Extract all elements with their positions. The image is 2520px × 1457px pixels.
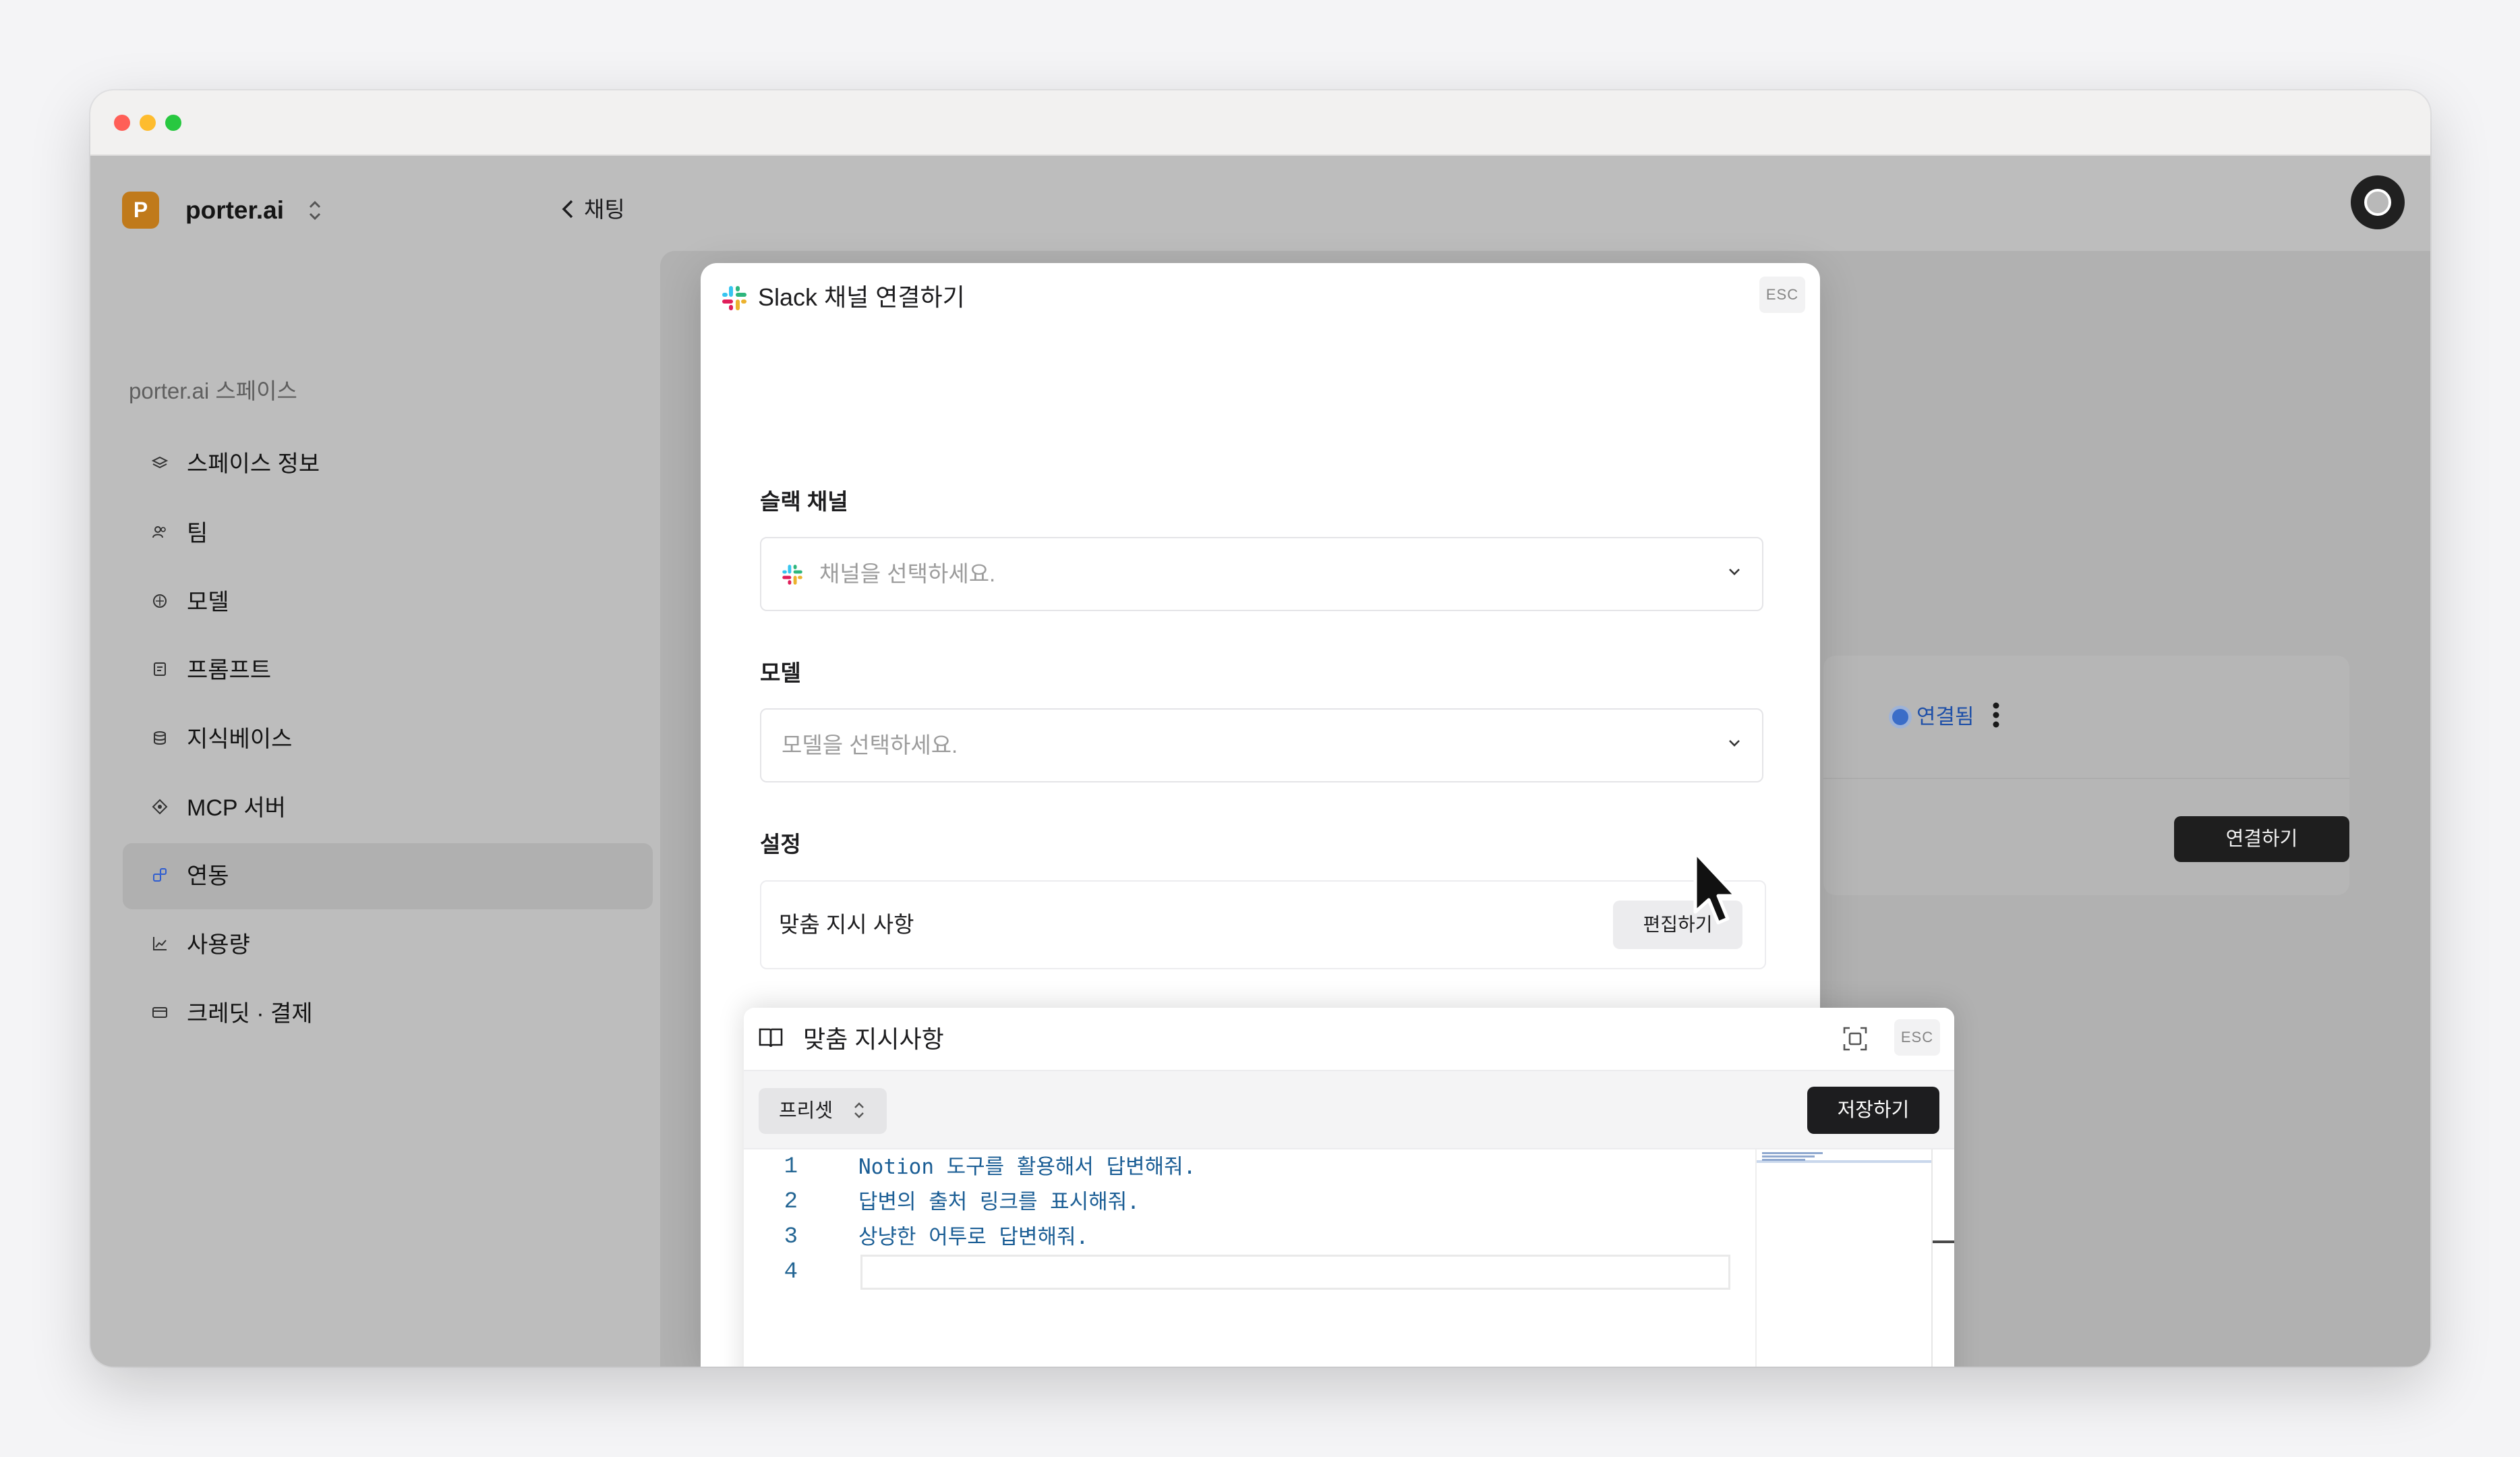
channel-label: 슬랙 채널 bbox=[760, 489, 848, 514]
more-vertical-icon[interactable] bbox=[1983, 695, 2010, 735]
sidebar-item-integrations[interactable]: 연동 bbox=[123, 843, 653, 909]
connection-status-badge: 연결됨 bbox=[1916, 705, 1974, 728]
mcp-icon bbox=[150, 798, 170, 818]
status-dot-icon bbox=[1892, 709, 1908, 725]
sidebar-item-model[interactable]: 모델 bbox=[123, 569, 653, 635]
line-text: 답변의 출처 링크를 표시해줘. bbox=[858, 1190, 1140, 1214]
mouse-pointer-icon bbox=[1691, 850, 1745, 931]
line-text: 상냥한 어투로 답변해줘. bbox=[858, 1225, 1089, 1249]
custom-instructions-setting: 맞춤 지시 사항 편집하기 bbox=[760, 880, 1766, 969]
editor-line: 3 상냥한 어투로 답변해줘. bbox=[744, 1220, 1755, 1255]
minimap-line bbox=[1762, 1152, 1823, 1154]
chart-icon bbox=[150, 935, 170, 955]
save-button[interactable]: 저장하기 bbox=[1807, 1087, 1939, 1134]
model-placeholder: 모델을 선택하세요. bbox=[782, 733, 958, 758]
line-number: 4 bbox=[784, 1259, 798, 1285]
preset-label: 프리셋 bbox=[779, 1100, 833, 1122]
sidebar-item-mcp-server[interactable]: MCP 서버 bbox=[123, 775, 653, 841]
book-open-icon bbox=[756, 1023, 786, 1052]
sidebar-item-prompt[interactable]: 프롬프트 bbox=[123, 637, 653, 704]
slack-icon bbox=[780, 563, 806, 588]
sidebar-item-credit-billing[interactable]: 크레딧 · 결제 bbox=[123, 981, 653, 1047]
sidebar-item-label: 모델 bbox=[187, 590, 229, 615]
chevron-left-icon[interactable] bbox=[560, 196, 576, 227]
settings-label: 설정 bbox=[760, 832, 801, 857]
workspace-name[interactable]: porter.ai bbox=[185, 193, 284, 228]
sidebar-item-label: 지식베이스 bbox=[187, 726, 293, 752]
sidebar-item-label: MCP 서버 bbox=[187, 795, 286, 821]
model-icon bbox=[150, 592, 170, 612]
sidebar-item-team[interactable]: 팀 bbox=[123, 501, 653, 567]
close-panel-esc-button[interactable]: ESC bbox=[1894, 1019, 1940, 1056]
model-select[interactable]: 모델을 선택하세요. bbox=[760, 708, 1763, 782]
users-icon bbox=[150, 523, 170, 544]
slack-icon bbox=[720, 283, 749, 313]
sidebar-item-label: 팀 bbox=[187, 521, 208, 546]
database-icon bbox=[150, 729, 170, 749]
line-number: 2 bbox=[784, 1189, 798, 1215]
workspace-logo[interactable]: P bbox=[122, 192, 159, 229]
zoom-window-button[interactable] bbox=[165, 115, 181, 131]
sidebar-item-knowledge-base[interactable]: 지식베이스 bbox=[123, 706, 653, 772]
sidebar-item-label: 사용량 bbox=[187, 932, 250, 958]
layers-icon bbox=[150, 454, 170, 474]
custom-instructions-panel: 맞춤 지시사항 ESC 프리셋 저장하기 1 Notion 도구를 활용해서 답… bbox=[744, 1008, 1954, 1367]
sidebar-item-space-info[interactable]: 스페이스 정보 bbox=[123, 431, 653, 497]
card-icon bbox=[150, 1004, 170, 1024]
editor-line: 1 Notion 도구를 활용해서 답변해줘. bbox=[744, 1149, 1755, 1184]
panel-header: 맞춤 지시사항 ESC bbox=[744, 1008, 1954, 1070]
close-window-button[interactable] bbox=[114, 115, 130, 131]
window-titlebar bbox=[90, 90, 2430, 156]
model-label: 모델 bbox=[760, 660, 801, 685]
sidebar-item-label: 프롬프트 bbox=[187, 658, 272, 683]
minimize-window-button[interactable] bbox=[140, 115, 156, 131]
editor-toolbar: 프리셋 저장하기 bbox=[744, 1070, 1954, 1149]
close-modal-esc-button[interactable]: ESC bbox=[1759, 277, 1805, 313]
chevron-up-down-icon bbox=[850, 1095, 868, 1125]
minimap-line bbox=[1762, 1159, 1805, 1161]
sidebar-item-label: 연동 bbox=[187, 863, 229, 889]
user-avatar[interactable] bbox=[2351, 175, 2405, 229]
back-to-chat-link[interactable]: 채팅 bbox=[584, 194, 625, 225]
preset-select[interactable]: 프리셋 bbox=[759, 1088, 887, 1134]
integration-card-divider bbox=[1823, 778, 2349, 779]
line-text: Notion 도구를 활용해서 답변해줘. bbox=[858, 1155, 1196, 1179]
editor-scrollbar[interactable] bbox=[1931, 1149, 1954, 1367]
code-editor[interactable]: 1 Notion 도구를 활용해서 답변해줘. 2 답변의 출처 링크를 표시해… bbox=[744, 1149, 1954, 1367]
chevron-down-icon bbox=[1724, 733, 1745, 753]
line-number: 3 bbox=[784, 1224, 798, 1250]
editor-minimap[interactable] bbox=[1755, 1149, 1932, 1367]
line-number: 1 bbox=[784, 1154, 798, 1180]
custom-instructions-label: 맞춤 지시 사항 bbox=[779, 912, 914, 937]
channel-placeholder: 채널을 선택하세요. bbox=[819, 561, 996, 586]
editor-line-active: 4 bbox=[744, 1255, 1755, 1290]
modal-title: Slack 채널 연결하기 bbox=[758, 283, 965, 311]
sidebar-item-usage[interactable]: 사용량 bbox=[123, 912, 653, 978]
sidebar-item-label: 크레딧 · 결제 bbox=[187, 1001, 313, 1027]
integration-icon bbox=[150, 866, 170, 886]
panel-title: 맞춤 지시사항 bbox=[803, 1025, 944, 1053]
expand-icon[interactable] bbox=[1840, 1024, 1870, 1054]
sidebar-section-title: porter.ai 스페이스 bbox=[129, 378, 297, 403]
sidebar-item-label: 스페이스 정보 bbox=[187, 451, 320, 477]
connect-button[interactable]: 연결하기 bbox=[2174, 816, 2349, 862]
app-window: P porter.ai 채팅 porter.ai 스페이스 스페이스 정보 팀 … bbox=[90, 90, 2430, 1367]
minimap-line bbox=[1762, 1155, 1815, 1158]
editor-line: 2 답변의 출처 링크를 표시해줘. bbox=[744, 1184, 1755, 1220]
current-line-highlight bbox=[860, 1255, 1730, 1290]
channel-select[interactable]: 채널을 선택하세요. bbox=[760, 537, 1763, 611]
chevron-down-icon bbox=[1724, 562, 1745, 582]
prompt-icon bbox=[150, 660, 170, 681]
scrollbar-cursor-mark bbox=[1933, 1240, 1954, 1243]
workspace-switch-icon[interactable] bbox=[305, 196, 325, 225]
